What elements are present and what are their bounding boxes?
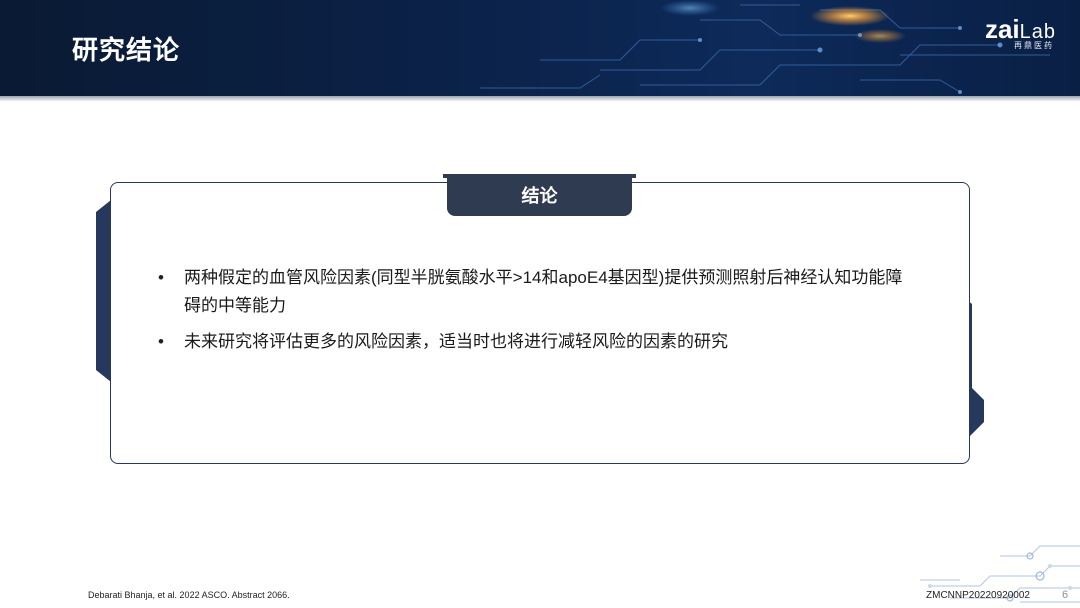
conclusion-tab: 结论 <box>447 174 632 216</box>
bullet-text: 两种假定的血管风险因素(同型半胱氨酸水平>14和apoE4基因型)提供预测照射后… <box>184 268 903 315</box>
bullet-marker: • <box>158 268 164 287</box>
header-divider <box>0 96 1080 101</box>
bullet-text: 未来研究将评估更多的风险因素，适当时也将进行减轻风险的因素的研究 <box>184 332 728 351</box>
header-banner: 研究结论 zaiLab 再鼎医药 <box>0 0 1080 96</box>
reference-citation: Debarati Bhanja, et al. 2022 ASCO. Abstr… <box>88 590 290 600</box>
conclusion-list: • 两种假定的血管风险因素(同型半胱氨酸水平>14和apoE4基因型)提供预测照… <box>158 264 918 364</box>
list-item: • 两种假定的血管风险因素(同型半胱氨酸水平>14和apoE4基因型)提供预测照… <box>158 264 918 320</box>
page-title: 研究结论 <box>72 35 181 65</box>
zai-lab-logo: zaiLab 再鼎医药 <box>960 14 1056 50</box>
bullet-marker: • <box>158 332 164 351</box>
page-number: 6 <box>1062 589 1069 601</box>
logo-subtitle: 再鼎医药 <box>1014 41 1054 50</box>
list-item: • 未来研究将评估更多的风险因素，适当时也将进行减轻风险的因素的研究 <box>158 328 918 356</box>
document-code: ZMCNNP20220920002 <box>926 590 1030 601</box>
tab-label: 结论 <box>521 186 558 206</box>
